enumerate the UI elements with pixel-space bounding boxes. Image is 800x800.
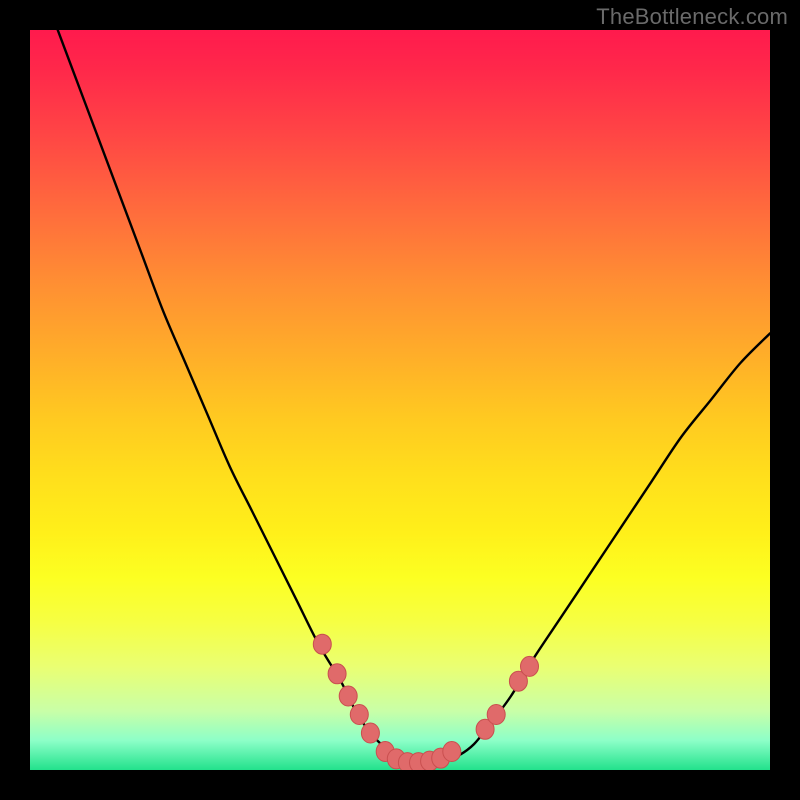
plot-area	[30, 30, 770, 770]
highlight-dot	[487, 705, 505, 725]
curve-layer	[30, 30, 770, 770]
highlight-dot	[328, 664, 346, 684]
highlight-dot	[313, 634, 331, 654]
highlight-dot	[350, 705, 368, 725]
highlight-dot	[339, 686, 357, 706]
bottleneck-curve-path	[30, 30, 770, 763]
highlight-dot	[443, 742, 461, 762]
chart-frame: TheBottleneck.com	[0, 0, 800, 800]
highlight-dot	[521, 656, 539, 676]
highlight-dot	[361, 723, 379, 743]
watermark-text: TheBottleneck.com	[596, 4, 788, 30]
marker-group	[313, 634, 538, 770]
